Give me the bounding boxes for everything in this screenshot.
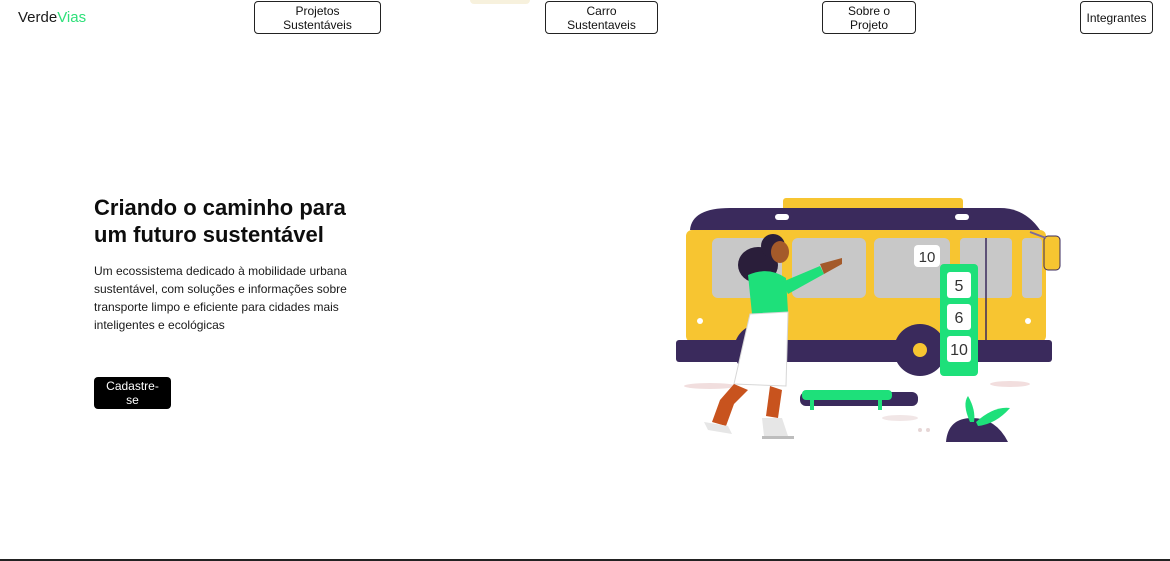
person-leg xyxy=(766,386,782,418)
brand-logo-part1: Verde xyxy=(18,9,58,26)
bus-bumper xyxy=(676,340,1052,362)
brand-logo-part2: Vias xyxy=(57,9,87,26)
bus-stop-number: 6 xyxy=(955,310,964,327)
bench xyxy=(802,390,892,400)
decorative-shape xyxy=(470,0,530,4)
ground-shadow xyxy=(990,381,1030,387)
bus-number: 10 xyxy=(919,249,936,266)
person-leg xyxy=(712,384,748,426)
ground-shadow xyxy=(684,383,736,389)
nav-carro-sustentaveis-button[interactable]: Carro Sustentaveis xyxy=(545,1,658,34)
nav-sobre-projeto-button[interactable]: Sobre o Projeto xyxy=(822,1,916,34)
bus-window xyxy=(1022,238,1042,298)
nav-projetos-sustentaveis-button[interactable]: Projetos Sustentáveis xyxy=(254,1,381,34)
nav-integrantes-button[interactable]: Integrantes xyxy=(1080,1,1153,34)
ground-shadow xyxy=(882,415,918,421)
brand-logo[interactable]: VerdeVias xyxy=(18,9,86,26)
hero-description: Um ecossistema dedicado à mobilidade urb… xyxy=(94,264,347,332)
hero-section: Criando o caminho para um futuro sustent… xyxy=(94,194,384,334)
top-navbar: VerdeVias Projetos Sustentáveis Carro Su… xyxy=(0,0,1170,40)
person-shirt xyxy=(748,271,788,314)
signup-button[interactable]: Cadastre-se xyxy=(94,377,171,409)
bus-roof xyxy=(690,208,1040,230)
bus-stop-number: 10 xyxy=(950,342,968,359)
hero-title: Criando o caminho para um futuro sustent… xyxy=(94,195,346,247)
bus-stop-number: 5 xyxy=(955,278,964,295)
bus-stop-illustration: 10 5 6 10 xyxy=(670,190,1070,450)
bus-illustration-svg: 10 5 6 10 xyxy=(676,198,1061,442)
page: VerdeVias Projetos Sustentáveis Carro Su… xyxy=(0,0,1170,561)
